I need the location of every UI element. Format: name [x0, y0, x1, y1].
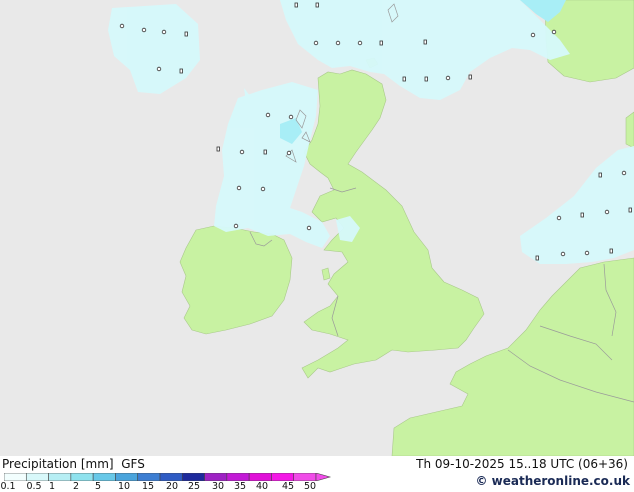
raindrop-marker [306, 225, 312, 231]
legend-footer: Precipitation [mm] GFS Th 09-10-2025 15.… [0, 456, 634, 492]
legend-title-row: Precipitation [mm] GFS [2, 457, 145, 471]
forecast-timestamp: Th 09-10-2025 15..18 UTC (06+36) [416, 457, 628, 471]
norway-tip-landmass [625, 111, 634, 149]
color-scale-tick: 40 [255, 481, 269, 492]
raindrop-marker [535, 255, 539, 261]
color-scale-swatch [204, 473, 228, 481]
color-scale-tick: 2 [72, 481, 80, 492]
raindrop-marker [179, 68, 183, 74]
raindrop-marker [357, 40, 363, 46]
precipitation-map [0, 0, 634, 456]
color-scale-tick: 15 [141, 481, 155, 492]
raindrop-marker [141, 27, 147, 33]
raindrop-marker [288, 114, 294, 120]
raindrop-marker [216, 146, 220, 152]
model-name: GFS [121, 457, 145, 471]
raindrop-marker [551, 29, 557, 35]
color-scale-swatch [159, 473, 183, 481]
color-scale-swatch [181, 473, 205, 481]
legend-title: Precipitation [mm] [2, 457, 114, 471]
color-scale-tick: 5 [94, 481, 102, 492]
raindrop-marker [423, 39, 427, 45]
color-scale-swatch [226, 473, 250, 481]
raindrop-marker [265, 112, 271, 118]
color-scale-swatch [4, 473, 27, 481]
raindrop-marker [263, 149, 267, 155]
color-scale-tick: 10 [117, 481, 131, 492]
color-scale-tick: 0.5 [26, 481, 42, 492]
color-scale-tick: 50 [303, 481, 317, 492]
raindrop-marker [530, 32, 536, 38]
color-scale-arrow [315, 473, 332, 481]
raindrop-marker [379, 40, 383, 46]
color-scale-swatch [115, 473, 139, 481]
raindrop-marker [313, 40, 319, 46]
raindrop-marker [236, 185, 242, 191]
color-scale-tick: 25 [187, 481, 201, 492]
credit-link[interactable]: © weatheronline.co.uk [475, 474, 630, 488]
color-scale-tick: 0.1 [0, 481, 16, 492]
raindrop-marker [260, 186, 266, 192]
raindrop-marker [402, 76, 406, 82]
color-scale-swatch [92, 473, 116, 481]
color-scale-tick: 45 [281, 481, 295, 492]
raindrop-marker [335, 40, 341, 46]
raindrop-marker [584, 250, 590, 256]
raindrop-marker [468, 74, 472, 80]
raindrop-marker [445, 75, 451, 81]
raindrop-marker [161, 29, 167, 35]
color-scale-swatch [25, 473, 49, 481]
raindrop-marker [609, 248, 613, 254]
raindrop-marker [119, 23, 125, 29]
color-scale-swatch [248, 473, 272, 481]
color-scale-tick: 35 [233, 481, 247, 492]
color-scale-tick: 20 [165, 481, 179, 492]
raindrop-marker [621, 170, 627, 176]
raindrop-marker [233, 223, 239, 229]
color-scale-swatch [137, 473, 161, 481]
raindrop-marker [239, 149, 245, 155]
raindrop-marker [315, 2, 319, 8]
raindrop-marker [580, 212, 584, 218]
color-scale-swatch [70, 473, 94, 481]
color-scale-tick: 30 [211, 481, 225, 492]
raindrop-marker [556, 215, 562, 221]
raindrop-marker [604, 209, 610, 215]
precipitation-color-scale [4, 473, 332, 481]
color-scale-swatch [48, 473, 72, 481]
raindrop-marker [628, 207, 632, 213]
raindrop-marker [156, 66, 162, 72]
color-scale-swatch [293, 473, 317, 481]
color-scale-swatch [271, 473, 295, 481]
raindrop-marker [294, 2, 298, 8]
raindrop-marker [560, 251, 566, 257]
color-scale-tick: 1 [48, 481, 56, 492]
raindrop-marker [184, 31, 188, 37]
raindrop-marker [286, 150, 292, 156]
raindrop-marker [598, 172, 602, 178]
raindrop-marker [424, 76, 428, 82]
weather-map-view: Precipitation [mm] GFS Th 09-10-2025 15.… [0, 0, 634, 492]
